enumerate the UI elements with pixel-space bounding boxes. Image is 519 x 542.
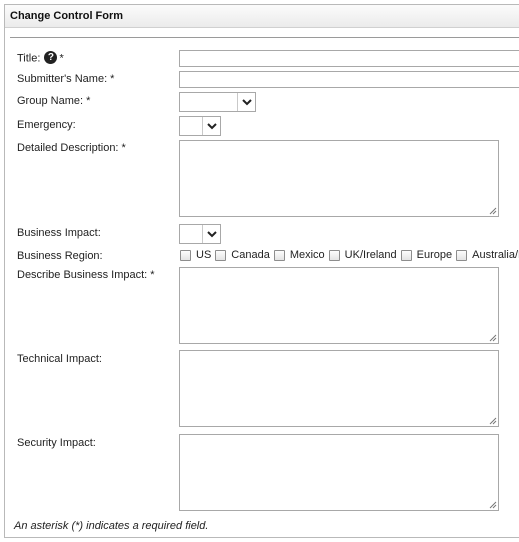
region-option-europe[interactable]: Europe [400, 249, 452, 261]
title-label: Title: [17, 52, 41, 65]
submitter-name-input[interactable] [179, 71, 519, 88]
title-required-mark: * [59, 52, 64, 65]
region-checkbox[interactable] [180, 249, 191, 261]
technical-impact-textarea[interactable] [179, 350, 499, 427]
resize-grip-icon[interactable] [489, 207, 497, 215]
group-name-select[interactable] [179, 92, 256, 112]
title-input[interactable] [179, 50, 519, 67]
describe-business-impact-textarea[interactable] [179, 267, 499, 344]
chevron-down-icon[interactable] [202, 225, 220, 243]
header-divider [10, 37, 519, 38]
region-checkbox[interactable] [215, 249, 227, 261]
technical-impact-label: Technical Impact: [17, 353, 102, 365]
group-label: Group Name: * [17, 95, 91, 107]
business-impact-select[interactable] [179, 224, 221, 244]
resize-grip-icon[interactable] [489, 501, 497, 509]
required-field-footnote: An asterisk (*) indicates a required fie… [14, 520, 209, 532]
business-region-label: Business Region: [17, 250, 103, 262]
question-circle-icon[interactable]: ? [44, 51, 58, 64]
region-checkbox[interactable] [400, 249, 412, 261]
detailed-description-textarea[interactable] [179, 140, 499, 217]
region-option-uk-ireland[interactable]: UK/Ireland [328, 249, 397, 261]
chevron-down-icon[interactable] [202, 117, 220, 135]
emergency-select[interactable] [179, 116, 221, 136]
title-label-row: Title:? * [17, 51, 64, 65]
business-region-options: US Canada Mexico UK/Ireland Europe Australia/… [180, 249, 519, 264]
emergency-label: Emergency: [17, 119, 76, 131]
form-title: Change Control Form [10, 10, 124, 22]
detailed-description-label: Detailed Description: * [17, 142, 126, 154]
describe-business-impact-label: Describe Business Impact: * [17, 269, 155, 281]
region-option-canada[interactable]: Canada [215, 249, 270, 261]
region-checkbox[interactable] [456, 249, 468, 261]
security-impact-textarea[interactable] [179, 434, 499, 511]
region-option-australia-nz[interactable]: Australia/NZ [456, 249, 519, 261]
chevron-down-icon[interactable] [237, 93, 255, 111]
region-option-mexico[interactable]: Mexico [273, 249, 325, 261]
business-impact-label: Business Impact: [17, 227, 101, 239]
region-checkbox[interactable] [273, 249, 285, 261]
change-control-form: Change Control Form Title:? * Submitter's… [4, 4, 519, 538]
resize-grip-icon[interactable] [489, 334, 497, 342]
region-option-us[interactable]: US [180, 249, 211, 261]
region-checkbox[interactable] [328, 249, 340, 261]
security-impact-label: Security Impact: [17, 437, 96, 449]
resize-grip-icon[interactable] [489, 417, 497, 425]
form-header: Change Control Form [5, 5, 519, 28]
submitter-label: Submitter's Name: * [17, 73, 115, 85]
